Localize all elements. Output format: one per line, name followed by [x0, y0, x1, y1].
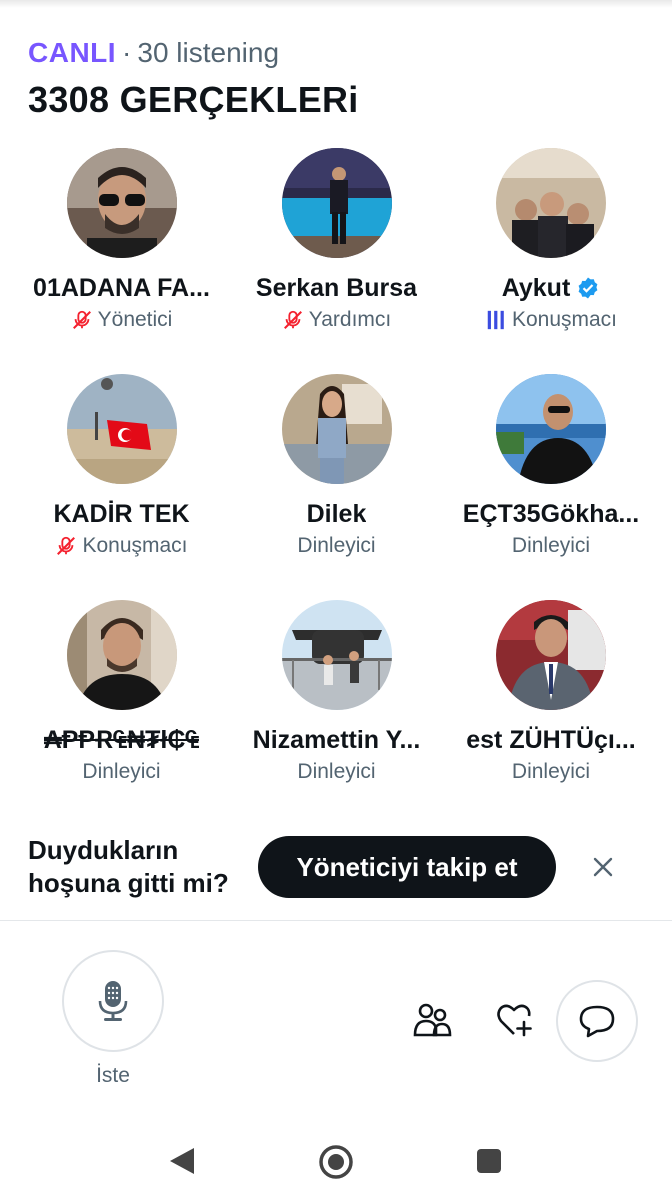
participant-role: Yönetici — [71, 306, 172, 334]
live-badge: CANLI — [28, 37, 117, 68]
participant-card[interactable]: Aykut Konuşmacı — [444, 148, 658, 374]
mic-label: İste — [96, 1064, 130, 1087]
participant-role: Yardımcı — [282, 306, 391, 334]
listener-count[interactable]: 30 listening — [137, 37, 279, 68]
participant-card[interactable]: Nizamettin Y... Dinleyici — [229, 600, 444, 826]
participant-role: Dinleyici — [511, 760, 591, 783]
muted-mic-icon — [72, 310, 91, 329]
close-icon[interactable] — [586, 850, 620, 884]
microphone-icon — [98, 981, 128, 1021]
participant-name: Serkan Bursa — [255, 274, 418, 302]
participant-card[interactable]: EÇT35Gökha... Dinleyici — [444, 374, 658, 600]
muted-mic-icon — [283, 310, 302, 329]
back-triangle-icon[interactable] — [168, 1146, 196, 1176]
avatar — [496, 600, 606, 710]
participant-name: est ZÜHTÜçı... — [466, 726, 636, 754]
participants-grid: 01ADANA FA... Yönetici Serkan Bursa Yard… — [14, 148, 658, 826]
participant-role: Konuşmacı — [55, 532, 188, 560]
participant-name: Dilek — [306, 500, 367, 528]
verified-badge-icon — [578, 277, 598, 299]
status-line: CANLI · 30 listening — [28, 36, 648, 70]
participant-card[interactable]: KADİR TEK Konuşmacı — [14, 374, 229, 600]
muted-mic-icon — [57, 536, 76, 555]
participant-card[interactable]: Dilek Dinleyici — [229, 374, 444, 600]
request-mic-button[interactable] — [62, 950, 164, 1052]
avatar — [281, 600, 392, 710]
recent-apps-square-icon[interactable] — [476, 1148, 502, 1174]
participant-role: Dinleyici — [297, 534, 376, 557]
participant-role: Dinleyici — [82, 760, 161, 783]
participant-name: KADİR TEK — [53, 500, 190, 528]
separator: · — [122, 37, 132, 68]
participant-card[interactable]: Serkan Bursa Yardımcı — [229, 148, 444, 374]
participant-name: Aykut — [502, 272, 601, 304]
follow-host-button[interactable]: Yöneticiyi takip et — [258, 836, 556, 898]
participant-role: Konuşmacı — [485, 306, 617, 334]
top-edge — [0, 0, 672, 8]
chat-bubble-icon[interactable] — [556, 980, 638, 1062]
participant-name: ₳ⱣⱣɌ₠₦₮ł₵₠ — [43, 726, 200, 754]
system-navigation-bar — [0, 1120, 672, 1200]
avatar — [496, 148, 606, 258]
avatar — [281, 148, 392, 258]
avatar — [281, 374, 392, 484]
participant-name: Nizamettin Y... — [252, 726, 421, 754]
avatar — [66, 600, 177, 710]
participant-card[interactable]: est ZÜHTÜçı... Dinleyici — [444, 600, 658, 826]
participant-name: EÇT35Gökha... — [462, 500, 640, 528]
avatar — [496, 374, 606, 484]
speaking-bars-icon — [487, 310, 504, 330]
space-header: CANLI · 30 listening 3308 GERÇEKLERi — [28, 36, 648, 122]
heart-plus-icon[interactable] — [492, 998, 538, 1042]
avatar — [66, 374, 177, 484]
feedback-prompt: Duydukların hoşuna gitti mi? — [28, 835, 229, 898]
home-circle-icon[interactable] — [318, 1144, 354, 1180]
participant-role: Dinleyici — [511, 534, 591, 557]
participant-card[interactable]: 01ADANA FA... Yönetici — [14, 148, 229, 374]
participant-card[interactable]: ₳ⱣⱣɌ₠₦₮ł₵₠ Dinleyici — [14, 600, 229, 826]
participant-role: Dinleyici — [297, 760, 376, 783]
avatar — [66, 148, 177, 258]
participant-name: 01ADANA FA... — [33, 274, 210, 302]
divider — [0, 920, 672, 921]
people-icon[interactable] — [408, 998, 456, 1042]
space-title: 3308 GERÇEKLERi — [28, 79, 359, 120]
